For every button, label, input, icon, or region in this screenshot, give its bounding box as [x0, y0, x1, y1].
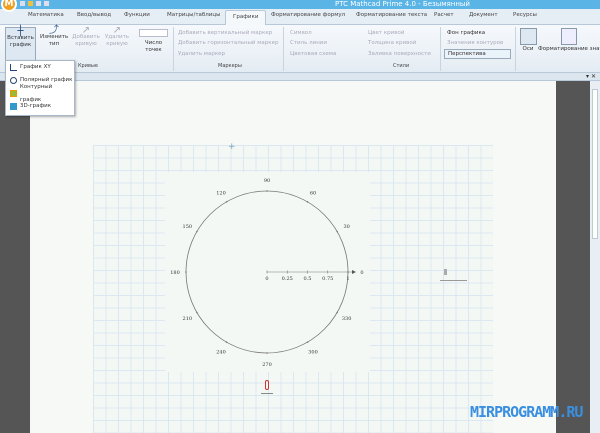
placeholder-underline: [261, 393, 273, 394]
watermark: MIRPROGRAMM.RU: [470, 403, 583, 421]
angle-tick-mark: [266, 352, 268, 354]
xy-plot-icon: [10, 64, 17, 71]
vertical-scrollbar[interactable]: [590, 81, 600, 433]
angle-tick-label: 60: [310, 190, 316, 196]
angle-tick-label: 150: [183, 224, 193, 230]
angle-tick-mark: [336, 311, 338, 314]
3d-plot-icon: [10, 103, 17, 110]
side-placeholder-icon[interactable]: [444, 269, 447, 275]
menu-item-xy-plot[interactable]: График XY: [6, 61, 74, 74]
angle-tick-mark: [336, 230, 338, 233]
angle-tick-mark: [266, 190, 268, 192]
menu-item-contour-plot[interactable]: Контурный график: [6, 84, 74, 103]
radial-tick-label: 0.5: [304, 276, 312, 282]
angle-tick-mark: [225, 201, 228, 203]
angle-tick-label: 240: [216, 350, 226, 356]
placeholder-marker-icon[interactable]: [265, 380, 269, 390]
scrollbar-thumb[interactable]: [592, 89, 598, 239]
angle-tick-label: 90: [264, 178, 270, 184]
angle-tick-label: 120: [216, 190, 226, 196]
angle-tick-mark: [306, 341, 309, 343]
radial-tick-label: 0: [265, 276, 268, 282]
angle-tick-mark: [306, 201, 309, 203]
radial-tick-label: 0.25: [282, 276, 293, 282]
side-placeholder-underline: [440, 280, 467, 281]
angle-tick-mark: [225, 341, 228, 343]
angle-tick-label: 0: [360, 270, 363, 276]
angle-tick-label: 270: [262, 362, 272, 368]
angle-tick-label: 300: [308, 350, 318, 356]
radial-tick-label: 0.75: [322, 276, 333, 282]
angle-tick-label: 210: [183, 316, 193, 322]
angle-tick-mark: [196, 230, 198, 233]
insert-plot-menu: График XY Полярный график Контурный граф…: [5, 60, 75, 116]
angle-tick-label: 180: [170, 270, 180, 276]
angle-tick-mark: [185, 271, 187, 273]
angle-tick-mark: [196, 311, 198, 314]
contour-plot-icon: [10, 90, 17, 97]
angle-tick-label: 330: [342, 316, 352, 322]
radial-tick-label: 1: [346, 276, 349, 282]
polar-chart: 0 30 60 90 120 150 180 210 240 270 300 330 0 0.25 0.5 0…: [170, 178, 363, 368]
polar-plot-icon: [10, 77, 17, 84]
angle-tick-label: 30: [343, 224, 349, 230]
radial-axis-arrow: [352, 270, 356, 274]
